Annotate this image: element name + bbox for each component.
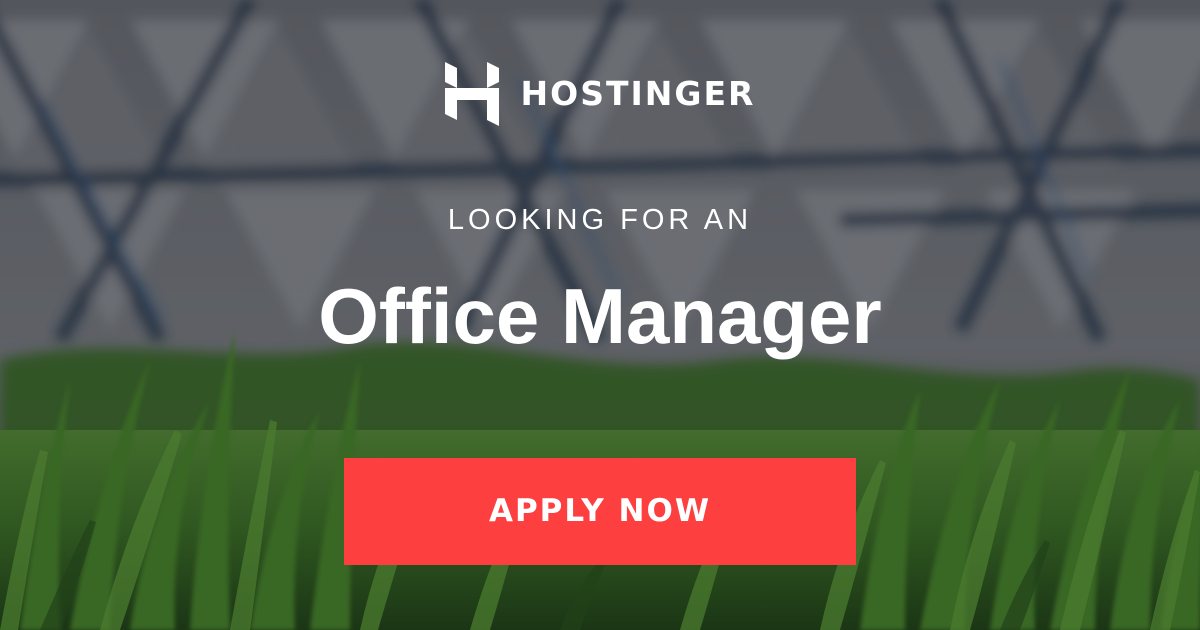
brand-logo: HOSTINGER (0, 62, 1200, 126)
eyebrow-text: LOOKING FOR AN (447, 204, 753, 236)
hostinger-h-logo-icon (444, 62, 499, 126)
apply-now-button[interactable]: APPLY NOW (344, 458, 856, 565)
brand-name: HOSTINGER (520, 74, 756, 113)
job-title: Office Manager (318, 272, 882, 360)
